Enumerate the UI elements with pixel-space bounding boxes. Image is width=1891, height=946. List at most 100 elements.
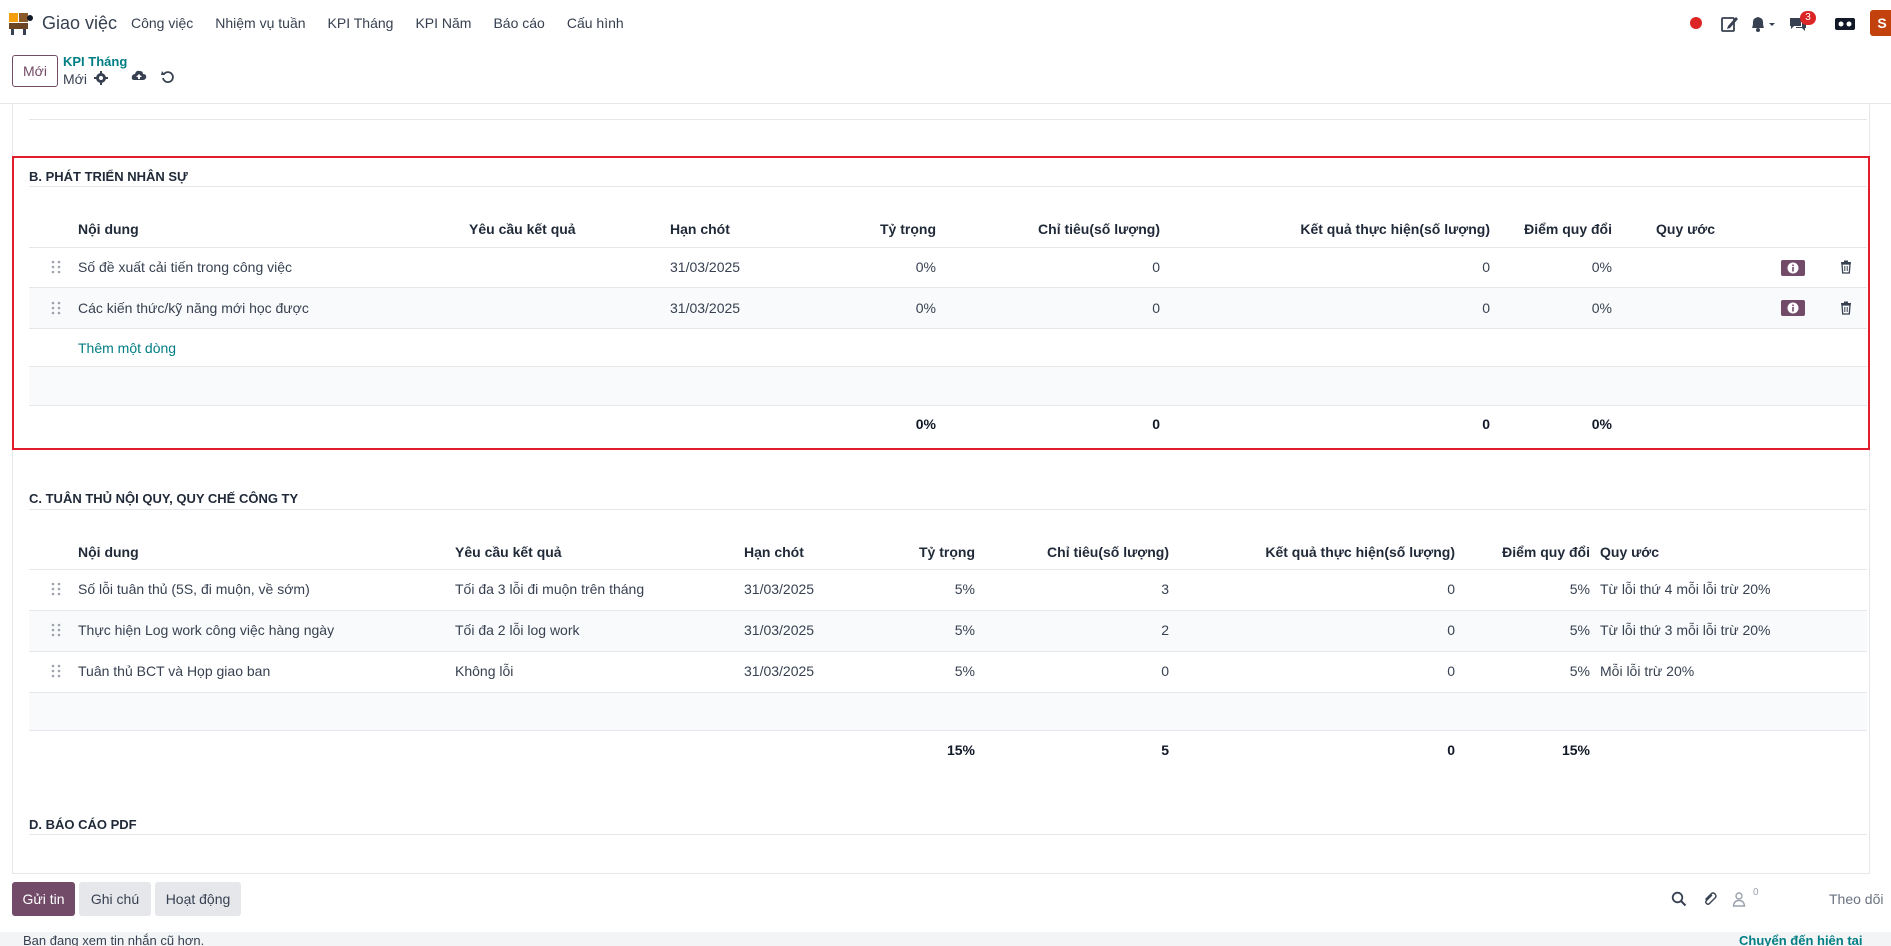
table-cell-weight[interactable]: 0%: [836, 300, 936, 316]
total-score: 15%: [1561, 742, 1590, 758]
send-message-button[interactable]: Gửi tin: [12, 882, 75, 916]
app-title[interactable]: Giao việc: [42, 13, 117, 34]
drag-handle-icon[interactable]: [51, 582, 61, 596]
table-cell-content[interactable]: Tuân thủ BCT và Họp giao ban: [78, 663, 270, 679]
table-cell-deadline[interactable]: 31/03/2025: [744, 663, 814, 679]
edit-icon[interactable]: [1720, 14, 1740, 34]
column-header-weight[interactable]: Tỷ trọng: [836, 221, 936, 237]
app-logo-icon[interactable]: [8, 10, 34, 36]
table-cell-result[interactable]: 0: [1210, 259, 1490, 275]
table-cell-deadline[interactable]: 31/03/2025: [670, 300, 740, 316]
old-messages-notice: Bạn đang xem tin nhắn cũ hơn.: [23, 933, 205, 946]
drag-handle-icon[interactable]: [51, 664, 61, 678]
column-header-requirement[interactable]: Yêu cầu kết quả: [469, 221, 576, 237]
jump-to-present-link[interactable]: Chuyển đến hiện tại: [1739, 933, 1863, 946]
search-icon[interactable]: [1671, 891, 1687, 907]
table-cell-content[interactable]: Các kiến thức/kỹ năng mới học được: [78, 300, 309, 316]
info-icon: [1787, 262, 1799, 274]
message-count-badge: 3: [1800, 11, 1816, 25]
add-line-link[interactable]: Thêm một dòng: [78, 340, 176, 356]
table-cell-result[interactable]: 0: [1180, 663, 1455, 679]
column-header-content[interactable]: Nội dung: [78, 544, 139, 560]
chevron-down-icon[interactable]: [1767, 14, 1777, 34]
save-cloud-icon[interactable]: [131, 68, 147, 84]
column-header-requirement[interactable]: Yêu cầu kết quả: [455, 544, 562, 560]
table-cell-deadline[interactable]: 31/03/2025: [744, 581, 814, 597]
paperclip-icon[interactable]: [1702, 891, 1718, 907]
switch-company-icon[interactable]: [1834, 14, 1856, 34]
drag-handle-icon[interactable]: [51, 260, 61, 274]
table-cell-target[interactable]: 0: [960, 300, 1160, 316]
table-cell-rule[interactable]: Mỗi lỗi trừ 20%: [1600, 663, 1694, 679]
menu-item-nhiem-vu-tuan[interactable]: Nhiệm vụ tuần: [215, 15, 305, 31]
empty-row: [29, 693, 1867, 730]
table-cell-score[interactable]: 0%: [1510, 259, 1612, 275]
column-header-content[interactable]: Nội dung: [78, 221, 139, 237]
table-cell-requirement[interactable]: Tối đa 3 lỗi đi muộn trên tháng: [455, 581, 644, 597]
table-cell-target[interactable]: 3: [1000, 581, 1169, 597]
menu-item-bao-cao[interactable]: Báo cáo: [493, 15, 544, 31]
breadcrumb-kpi-thang[interactable]: KPI Tháng: [63, 54, 127, 69]
table-cell-score[interactable]: 5%: [1470, 581, 1590, 597]
table-cell-content[interactable]: Số đề xuất cải tiến trong công việc: [78, 259, 292, 275]
trash-icon[interactable]: [1839, 301, 1853, 315]
table-cell-weight[interactable]: 5%: [875, 663, 975, 679]
table-cell-requirement[interactable]: Tối đa 2 lỗi log work: [455, 622, 580, 638]
user-avatar[interactable]: S: [1870, 10, 1891, 36]
table-cell-rule[interactable]: Từ lỗi thứ 3 mỗi lỗi trừ 20%: [1600, 622, 1771, 638]
table-cell-deadline[interactable]: 31/03/2025: [744, 622, 814, 638]
table-cell-weight[interactable]: 0%: [836, 259, 936, 275]
table-cell-content[interactable]: Số lỗi tuân thủ (5S, đi muộn, về sớm): [78, 581, 310, 597]
total-weight: 0%: [915, 416, 936, 432]
info-button[interactable]: [1781, 300, 1805, 316]
table-cell-result[interactable]: 0: [1180, 622, 1455, 638]
activity-button[interactable]: Hoạt động: [155, 882, 241, 916]
column-header-target[interactable]: Chỉ tiêu(số lượng): [960, 221, 1160, 237]
table-cell-target[interactable]: 0: [1000, 663, 1169, 679]
bell-icon[interactable]: [1748, 14, 1768, 34]
column-header-score[interactable]: Điểm quy đổi: [1470, 544, 1590, 560]
divider: [29, 569, 1867, 570]
new-record-button[interactable]: Mới: [12, 55, 58, 87]
recording-dot-icon[interactable]: [1690, 17, 1702, 29]
menu-item-cong-viec[interactable]: Công việc: [131, 15, 193, 31]
follow-button[interactable]: Theo dõi: [1829, 891, 1883, 907]
follower-icon[interactable]: [1731, 891, 1747, 907]
old-messages-bar: [0, 932, 1891, 946]
menu-item-cau-hinh[interactable]: Cấu hình: [567, 15, 624, 31]
table-cell-rule[interactable]: Từ lỗi thứ 4 mỗi lỗi trừ 20%: [1600, 581, 1771, 597]
column-header-deadline[interactable]: Hạn chót: [670, 221, 730, 237]
divider: [29, 247, 1867, 248]
table-cell-target[interactable]: 0: [960, 259, 1160, 275]
menu-item-kpi-nam[interactable]: KPI Năm: [415, 15, 471, 31]
info-button[interactable]: [1781, 260, 1805, 276]
column-header-result[interactable]: Kết quả thực hiện(số lượng): [1210, 221, 1490, 237]
gear-icon[interactable]: [93, 70, 109, 86]
drag-handle-icon[interactable]: [51, 623, 61, 637]
trash-icon[interactable]: [1839, 260, 1853, 274]
menu-item-kpi-thang[interactable]: KPI Tháng: [328, 15, 394, 31]
column-header-rule[interactable]: Quy ước: [1600, 544, 1659, 560]
table-cell-weight[interactable]: 5%: [875, 581, 975, 597]
table-cell-deadline[interactable]: 31/03/2025: [670, 259, 740, 275]
column-header-score[interactable]: Điểm quy đổi: [1510, 221, 1612, 237]
table-cell-weight[interactable]: 5%: [875, 622, 975, 638]
table-cell-result[interactable]: 0: [1180, 581, 1455, 597]
table-cell-score[interactable]: 0%: [1510, 300, 1612, 316]
table-cell-score[interactable]: 5%: [1470, 622, 1590, 638]
column-header-target[interactable]: Chỉ tiêu(số lượng): [1000, 544, 1169, 560]
table-cell-requirement[interactable]: Không lỗi: [455, 663, 513, 679]
column-header-deadline[interactable]: Hạn chót: [744, 544, 804, 560]
log-note-button[interactable]: Ghi chú: [79, 882, 151, 916]
table-cell-result[interactable]: 0: [1210, 300, 1490, 316]
column-header-result[interactable]: Kết quả thực hiện(số lượng): [1180, 544, 1455, 560]
divider: [29, 730, 1867, 731]
table-cell-content[interactable]: Thực hiện Log work công việc hàng ngày: [78, 622, 334, 638]
column-header-weight[interactable]: Tỷ trọng: [875, 544, 975, 560]
table-cell-target[interactable]: 2: [1000, 622, 1169, 638]
column-header-rule[interactable]: Quy ước: [1656, 221, 1715, 237]
empty-row: [29, 367, 1867, 405]
table-cell-score[interactable]: 5%: [1470, 663, 1590, 679]
drag-handle-icon[interactable]: [51, 301, 61, 315]
discard-icon[interactable]: [160, 69, 176, 85]
